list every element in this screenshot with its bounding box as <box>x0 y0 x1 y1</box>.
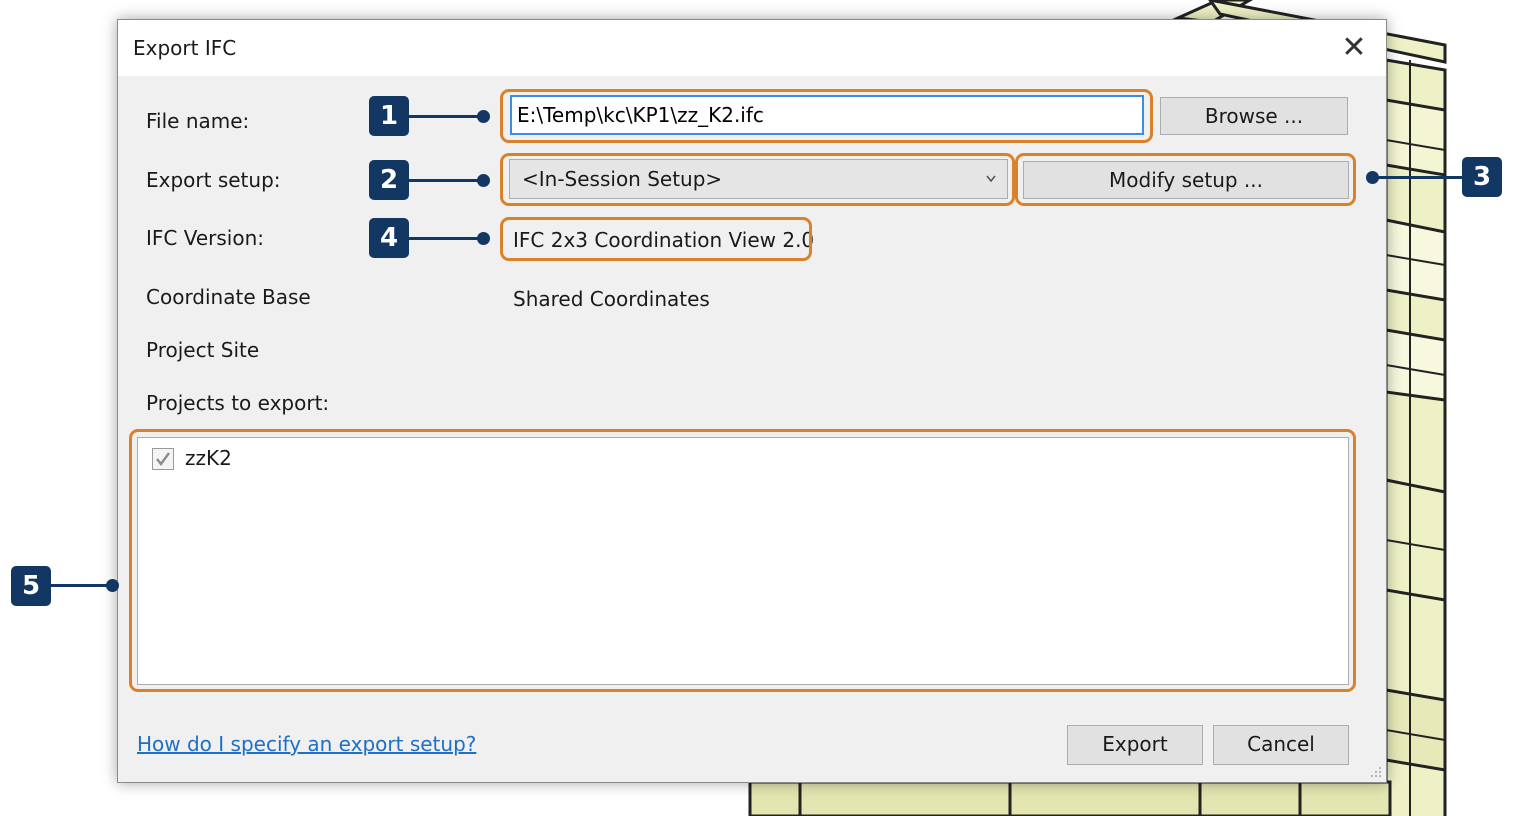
highlight-ifc-version <box>500 217 812 261</box>
callout-badge-1: 1 <box>369 96 409 136</box>
highlight-projects-list <box>129 429 1356 692</box>
callout-badge-3: 3 <box>1462 157 1502 197</box>
projects-to-export-label: Projects to export: <box>146 391 330 415</box>
coordinate-base-value: Shared Coordinates <box>513 287 710 311</box>
callout-dot-2 <box>477 174 490 187</box>
file-name-label: File name: <box>146 109 250 133</box>
browse-button[interactable]: Browse ... <box>1160 97 1348 135</box>
highlight-modify-setup <box>1015 153 1356 206</box>
highlight-file-name <box>500 89 1153 143</box>
ifc-version-label: IFC Version: <box>146 226 265 250</box>
export-button[interactable]: Export <box>1067 725 1203 765</box>
close-button[interactable]: ✕ <box>1336 30 1372 66</box>
callout-dot-1 <box>477 110 490 123</box>
callout-badge-2: 2 <box>369 160 409 200</box>
resize-grip-icon[interactable] <box>1367 763 1383 779</box>
callout-dot-4 <box>477 232 490 245</box>
project-site-label: Project Site <box>146 338 260 362</box>
dialog-title: Export IFC <box>133 36 237 60</box>
cancel-button[interactable]: Cancel <box>1213 725 1349 765</box>
callout-badge-5: 5 <box>11 566 51 606</box>
coordinate-base-label: Coordinate Base <box>146 285 311 309</box>
callout-badge-4: 4 <box>369 218 409 258</box>
export-setup-label: Export setup: <box>146 168 281 192</box>
help-link[interactable]: How do I specify an export setup? <box>137 732 476 756</box>
highlight-export-setup <box>500 153 1015 206</box>
dialog-titlebar[interactable]: Export IFC ✕ <box>118 20 1386 76</box>
callout-leader-3 <box>1372 176 1464 179</box>
callout-leader-2 <box>409 179 481 182</box>
callout-leader-4 <box>409 237 481 240</box>
close-icon: ✕ <box>1341 30 1367 65</box>
callout-leader-5 <box>51 584 113 587</box>
callout-dot-5 <box>106 579 119 592</box>
callout-leader-1 <box>409 115 481 118</box>
